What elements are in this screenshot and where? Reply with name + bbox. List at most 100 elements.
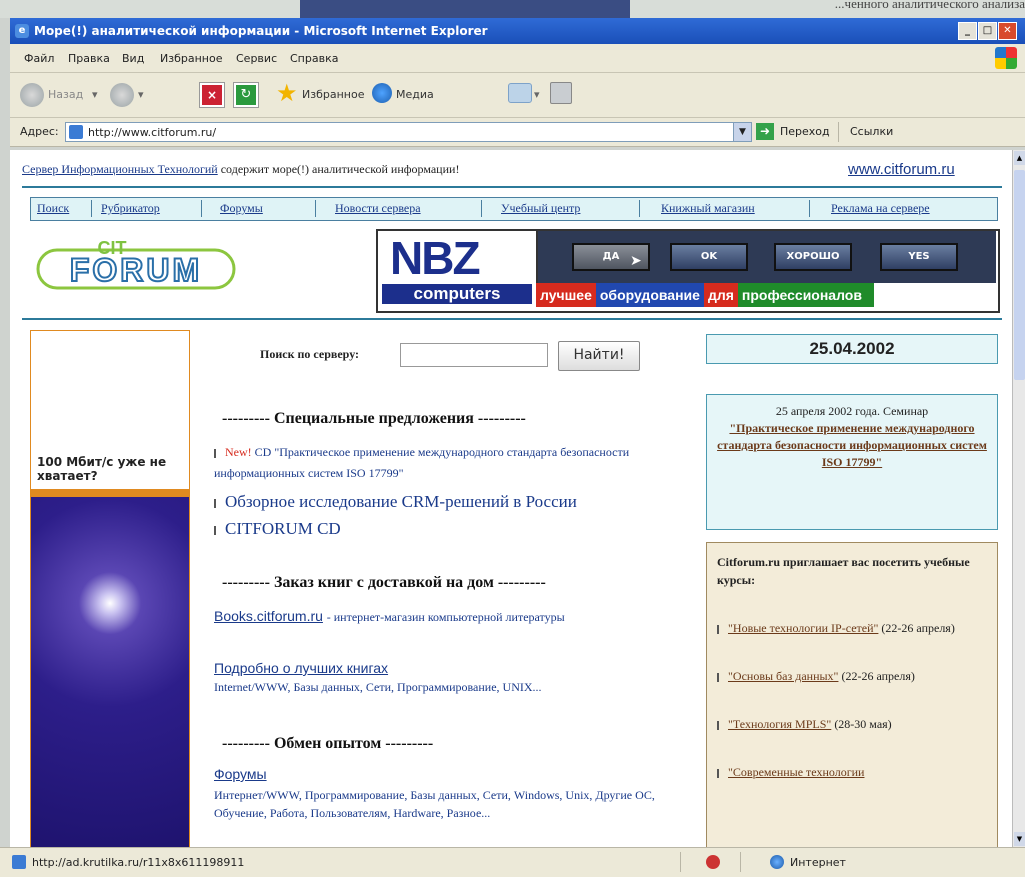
books-site-link[interactable]: Books.citforum.ru bbox=[214, 608, 323, 624]
site-url-link[interactable]: www.citforum.ru bbox=[848, 161, 955, 178]
special-item-1-text[interactable]: CD "Практическое применение международно… bbox=[214, 445, 629, 480]
search-label: Поиск по серверу: bbox=[260, 347, 360, 361]
nbz-banner[interactable]: NBZ computers ДА OK ХОРОШО YES ➤ лучшее о… bbox=[376, 229, 1000, 313]
mouse-cursor-icon: ➤ bbox=[630, 253, 642, 269]
nbz-logo[interactable]: NBZ computers bbox=[378, 231, 536, 307]
scroll-thumb[interactable] bbox=[1014, 170, 1025, 380]
left-ad-stripe bbox=[31, 489, 189, 497]
background-text: ...ченного аналитического анализа bbox=[834, 0, 1025, 11]
status-page-icon bbox=[12, 855, 26, 869]
search-button[interactable]: Найти! bbox=[558, 341, 640, 371]
page-header: Сервер Информационных Технологий содержи… bbox=[22, 162, 459, 177]
media-icon[interactable] bbox=[372, 83, 392, 103]
nav-bookstore[interactable]: Книжный магазин bbox=[661, 201, 755, 216]
menu-edit[interactable]: Правка bbox=[68, 52, 110, 65]
special-item-2[interactable]: Обзорное исследование CRM-решений в Росс… bbox=[214, 492, 577, 512]
course-item: "Современные технологии bbox=[717, 763, 987, 781]
nav-sep bbox=[91, 200, 92, 217]
nav-sep bbox=[315, 200, 316, 217]
back-icon[interactable] bbox=[20, 83, 44, 107]
special-item-1[interactable]: New! CD "Практическое применение междуна… bbox=[214, 442, 684, 484]
scroll-up-icon[interactable]: ▲ bbox=[1014, 151, 1025, 165]
refresh-icon[interactable]: ↻ bbox=[233, 82, 259, 108]
nav-forums[interactable]: Форумы bbox=[220, 201, 263, 216]
nav-training[interactable]: Учебный центр bbox=[501, 201, 580, 216]
special-item-3-text[interactable]: CITFORUM CD bbox=[225, 519, 341, 538]
page-icon bbox=[69, 125, 83, 139]
books-heading: --------- Заказ книг с доставкой на дом … bbox=[222, 574, 546, 591]
menu-tools[interactable]: Сервис bbox=[236, 52, 277, 65]
bullet bbox=[717, 768, 719, 778]
stop-icon[interactable]: × bbox=[199, 82, 225, 108]
special-item-2-text[interactable]: Обзорное исследование CRM-решений в Росс… bbox=[225, 492, 577, 511]
windows-logo-icon bbox=[995, 47, 1017, 69]
toolbar: Назад ▾ ▾ × ↻ ★ Избранное Медиа ▾ bbox=[10, 73, 1025, 118]
go-button[interactable]: Переход bbox=[780, 125, 830, 138]
search-input[interactable] bbox=[400, 343, 548, 367]
banner-slogan: лучшее оборудование для профессионалов bbox=[536, 283, 994, 307]
ie-icon: e bbox=[15, 24, 29, 38]
menu-view[interactable]: Вид bbox=[122, 52, 144, 65]
back-label[interactable]: Назад bbox=[48, 88, 83, 101]
nav-sep bbox=[201, 200, 202, 217]
window-titlebar[interactable]: e Море(!) аналитической информации - Mic… bbox=[10, 18, 1025, 44]
menu-help[interactable]: Справка bbox=[290, 52, 338, 65]
forums-link[interactable]: Форумы bbox=[214, 766, 267, 782]
back-dropdown-icon[interactable]: ▾ bbox=[92, 88, 98, 101]
scroll-down-icon[interactable]: ▼ bbox=[1014, 832, 1025, 846]
minimize-button[interactable]: _ bbox=[958, 22, 977, 40]
slogan-word: для bbox=[703, 283, 738, 307]
citforum-logo[interactable]: FORUM CIT bbox=[36, 238, 236, 298]
best-books-desc: Internet/WWW, Базы данных, Сети, Програм… bbox=[214, 680, 542, 694]
address-dropdown-icon[interactable]: ▼ bbox=[733, 123, 751, 141]
course-link[interactable]: "Технология MPLS" bbox=[728, 717, 831, 731]
links-button[interactable]: Ссылки bbox=[850, 125, 893, 138]
nbz-logo-text: NBZ bbox=[390, 232, 481, 284]
banner-button-horosho[interactable]: ХОРОШО bbox=[774, 243, 852, 271]
nbz-logo-subtext: computers bbox=[382, 284, 532, 304]
menu-favorites[interactable]: Избранное bbox=[160, 52, 222, 65]
course-link[interactable]: "Новые технологии IP-сетей" bbox=[728, 621, 878, 635]
seminar-link[interactable]: "Практическое применение международного … bbox=[717, 421, 987, 469]
address-input[interactable]: http://www.citforum.ru/ ▼ bbox=[65, 122, 752, 142]
exchange-heading: --------- Обмен опытом --------- bbox=[222, 735, 434, 752]
address-url[interactable]: http://www.citforum.ru/ bbox=[88, 126, 216, 139]
security-icon bbox=[706, 855, 720, 869]
left-ad-banner[interactable]: 100 Мбит/с уже не хватает? bbox=[30, 330, 190, 847]
bullet bbox=[717, 720, 719, 730]
nav-news[interactable]: Новости сервера bbox=[335, 201, 421, 216]
favorites-label[interactable]: Избранное bbox=[302, 88, 364, 101]
special-item-3[interactable]: CITFORUM CD bbox=[214, 519, 341, 539]
favorites-star-icon[interactable]: ★ bbox=[276, 81, 298, 105]
header-text: содержит море(!) аналитической информаци… bbox=[220, 162, 460, 176]
nav-rubricator[interactable]: Рубрикатор bbox=[101, 201, 160, 216]
courses-box: Citforum.ru приглашает вас посетить учеб… bbox=[706, 542, 998, 847]
course-dates: (22-26 апреля) bbox=[841, 669, 915, 683]
header-server-link[interactable]: Сервер Информационных Технологий bbox=[22, 162, 218, 176]
forward-icon[interactable] bbox=[110, 83, 134, 107]
vertical-scrollbar[interactable]: ▲ ▼ bbox=[1012, 150, 1025, 847]
new-badge: New! bbox=[225, 445, 252, 459]
mail-dropdown-icon[interactable]: ▾ bbox=[534, 88, 540, 101]
go-arrow-icon[interactable]: ➜ bbox=[756, 123, 774, 140]
status-zone: Интернет bbox=[790, 856, 846, 869]
status-divider bbox=[680, 852, 681, 872]
web-page: Сервер Информационных Технологий содержи… bbox=[10, 150, 1012, 847]
course-link[interactable]: "Современные технологии bbox=[728, 765, 864, 779]
course-link[interactable]: "Основы баз данных" bbox=[728, 669, 838, 683]
nav-search[interactable]: Поиск bbox=[37, 201, 69, 216]
close-button[interactable]: ✕ bbox=[998, 22, 1017, 40]
site-nav: Поиск Рубрикатор Форумы Новости сервера … bbox=[30, 197, 998, 221]
media-label[interactable]: Медиа bbox=[396, 88, 434, 101]
banner-button-ok[interactable]: OK bbox=[670, 243, 748, 271]
maximize-button[interactable]: □ bbox=[978, 22, 997, 40]
forward-dropdown-icon[interactable]: ▾ bbox=[138, 88, 144, 101]
nav-advertising[interactable]: Реклама на сервере bbox=[831, 201, 930, 216]
books-site-row: Books.citforum.ru - интернет-магазин ком… bbox=[214, 606, 684, 627]
banner-divider bbox=[22, 318, 1002, 320]
menu-file[interactable]: Файл bbox=[24, 52, 54, 65]
print-icon[interactable] bbox=[550, 82, 572, 104]
best-books-link[interactable]: Подробно о лучших книгах bbox=[214, 660, 388, 676]
banner-button-yes[interactable]: YES bbox=[880, 243, 958, 271]
mail-icon[interactable] bbox=[508, 83, 532, 103]
